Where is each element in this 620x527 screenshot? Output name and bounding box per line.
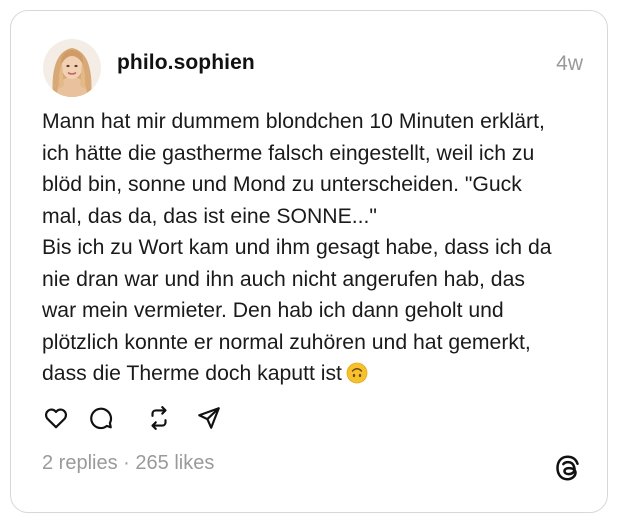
share-icon [198,407,220,429]
post-stats: 2 replies · 265 likes [42,452,214,475]
avatar[interactable] [43,39,101,97]
heart-icon [44,408,68,429]
reply-button[interactable] [86,403,116,433]
username[interactable]: philo.sophien [117,51,255,75]
share-button[interactable] [194,403,224,433]
post-timestamp: 4w [556,52,583,75]
comment-icon [90,407,113,430]
post-body: Mann hat mir dummem blondchen 10 Minuten… [42,106,587,390]
avatar-image [43,39,101,97]
replies-count[interactable]: 2 replies [42,452,118,474]
threads-logo-icon[interactable] [553,453,583,483]
likes-count[interactable]: 265 likes [135,452,214,474]
repost-button[interactable] [144,403,174,433]
post-text: Mann hat mir dummem blondchen 10 Minuten… [42,110,552,385]
post-card: philo.sophien 4w Mann hat mir dummem blo… [10,10,608,513]
stats-separator: · [117,452,136,474]
repost-icon [151,406,167,430]
like-button[interactable] [41,403,71,433]
upside-down-face-emoji [346,362,368,384]
